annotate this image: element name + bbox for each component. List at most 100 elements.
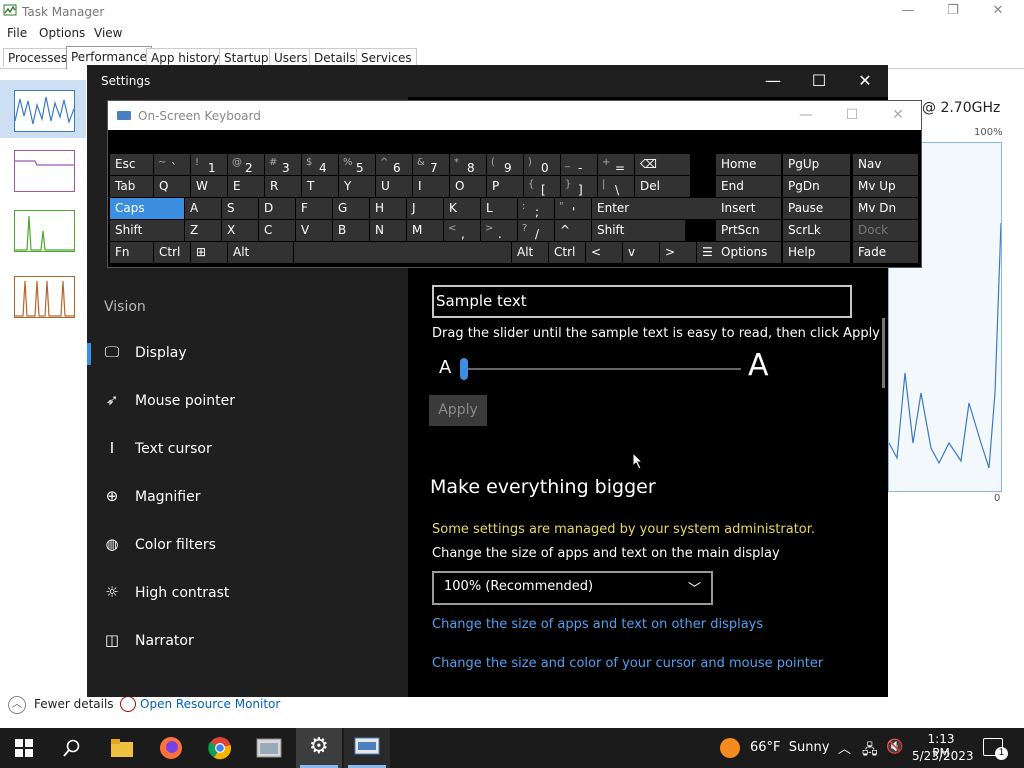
key-6[interactable]: ^ 6 — [376, 154, 412, 175]
close-icon[interactable]: ✕ — [976, 0, 1020, 24]
key-a[interactable]: A — [185, 198, 221, 219]
key-left-arrow[interactable]: < — [586, 242, 622, 263]
key-sym0-13[interactable]: + = — [598, 154, 634, 175]
key-k[interactable]: K — [444, 198, 480, 219]
key-t[interactable]: T — [302, 176, 338, 197]
key-home[interactable]: Home — [716, 154, 781, 175]
key-c[interactable]: C — [259, 220, 295, 241]
key-sym1-11[interactable]: {[ — [524, 176, 560, 197]
key-y[interactable]: Y — [339, 176, 375, 197]
key-f[interactable]: F — [296, 198, 332, 219]
key-ctrl[interactable]: Ctrl — [549, 242, 585, 263]
key-g[interactable]: G — [333, 198, 369, 219]
key-up-arrow[interactable]: ^ — [555, 220, 591, 241]
key-1[interactable]: ! 1 — [191, 154, 227, 175]
key-fade[interactable]: Fade — [853, 242, 918, 263]
key-help[interactable]: Help — [783, 242, 850, 263]
key-end[interactable]: End — [716, 176, 781, 197]
open-resource-monitor-link[interactable]: Open Resource Monitor — [140, 697, 280, 711]
clock-date[interactable]: 5/23/2023 — [912, 749, 974, 763]
key-w[interactable]: W — [191, 176, 227, 197]
key-pgdn[interactable]: PgDn — [783, 176, 850, 197]
key-shift[interactable]: Shift — [110, 220, 184, 241]
sidebar-item-color-filters[interactable]: ◍ Color filters — [87, 526, 408, 566]
sidebar-item-mouse-pointer[interactable]: ➶ Mouse pointer — [87, 382, 408, 422]
key-shift[interactable]: Shift — [592, 220, 685, 241]
key-mv-dn[interactable]: Mv Dn — [853, 198, 918, 219]
key-q[interactable]: Q — [154, 176, 190, 197]
key-scrlk[interactable]: ScrLk — [783, 220, 850, 241]
menu-view[interactable]: View — [94, 26, 122, 40]
key-u[interactable]: U — [376, 176, 412, 197]
maximize-icon[interactable]: ☐ — [796, 65, 842, 97]
key-dock[interactable]: Dock — [853, 220, 918, 241]
key-esc[interactable]: Esc — [110, 154, 153, 175]
key-0[interactable]: ) 0 — [524, 154, 560, 175]
menu-file[interactable]: File — [7, 26, 27, 40]
app-window-icon[interactable] — [256, 737, 282, 759]
chrome-icon[interactable] — [208, 736, 232, 760]
key-4[interactable]: $4 — [302, 154, 338, 175]
key-ctrl[interactable]: Ctrl — [154, 242, 190, 263]
key-insert[interactable]: Insert — [716, 198, 781, 219]
key-alt[interactable]: Alt — [228, 242, 293, 263]
key-8[interactable]: * 8 — [450, 154, 486, 175]
key-z[interactable]: Z — [185, 220, 221, 241]
key-j[interactable]: J — [407, 198, 443, 219]
key-space[interactable] — [294, 242, 511, 263]
key-sym2-10[interactable]: :; — [518, 198, 554, 219]
sidebar-item-narrator[interactable]: ◫ Narrator — [87, 622, 408, 662]
other-displays-link[interactable]: Change the size of apps and text on othe… — [432, 617, 763, 632]
scrollbar[interactable] — [882, 318, 885, 388]
cursor-settings-link[interactable]: Change the size and color of your cursor… — [432, 656, 823, 671]
key-h[interactable]: H — [370, 198, 406, 219]
text-size-slider[interactable] — [463, 368, 741, 370]
key-pgup[interactable]: PgUp — [783, 154, 850, 175]
key-tab[interactable]: Tab — [110, 176, 153, 197]
text-size-slider-thumb[interactable] — [460, 358, 468, 380]
key-nav[interactable]: Nav — [853, 154, 918, 175]
key-x[interactable]: X — [222, 220, 258, 241]
key-backspace[interactable]: ⌫ — [635, 154, 690, 175]
resource-monitor-icon[interactable] — [120, 696, 136, 712]
windows-start-icon[interactable] — [15, 739, 33, 757]
key-down-arrow[interactable]: v — [623, 242, 659, 263]
firefox-icon[interactable] — [159, 736, 183, 760]
key-m[interactable]: M — [407, 220, 443, 241]
key-n[interactable]: N — [370, 220, 406, 241]
disk-graph-thumbnail[interactable] — [14, 210, 75, 252]
key-sym1-12[interactable]: }] — [561, 176, 597, 197]
file-explorer-icon[interactable] — [110, 738, 134, 758]
network-icon[interactable]: 🖧 — [862, 739, 878, 763]
key-alt[interactable]: Alt — [512, 242, 548, 263]
key-sym0-12[interactable]: _ - — [561, 154, 597, 175]
volume-muted-icon[interactable]: 🔇 — [886, 739, 903, 755]
sidebar-item-text-cursor[interactable]: I Text cursor — [87, 430, 408, 470]
key-s[interactable]: S — [222, 198, 258, 219]
minimize-icon[interactable]: — — [750, 65, 796, 97]
key-period[interactable]: >. — [481, 220, 517, 241]
key-2[interactable]: @2 — [228, 154, 264, 175]
key-o[interactable]: O — [450, 176, 486, 197]
search-icon[interactable] — [63, 739, 81, 757]
key-p[interactable]: P — [487, 176, 523, 197]
key-sym2-11[interactable]: " ' — [555, 198, 591, 219]
settings-taskbar-button[interactable]: ⚙ — [296, 728, 342, 768]
sidebar-item-high-contrast[interactable]: ☼ High contrast — [87, 574, 408, 614]
key-prtscn[interactable]: PrtScn — [716, 220, 781, 241]
chevron-up-icon[interactable]: ︿ — [838, 738, 851, 757]
close-icon[interactable]: ✕ — [842, 65, 888, 97]
menu-options[interactable]: Options — [39, 26, 85, 40]
key-5[interactable]: % 5 — [339, 154, 375, 175]
key-options[interactable]: Options — [716, 242, 781, 263]
key-v[interactable]: V — [296, 220, 332, 241]
key-windows[interactable]: ⊞ — [191, 242, 227, 263]
key-b[interactable]: B — [333, 220, 369, 241]
weather-sun-icon[interactable] — [720, 738, 740, 758]
key-sym3-10[interactable]: ? / — [518, 220, 554, 241]
fewer-details-link[interactable]: Fewer details — [34, 697, 114, 711]
ethernet-graph-thumbnail[interactable] — [14, 276, 75, 318]
key-l[interactable]: L — [481, 198, 517, 219]
restore-icon[interactable]: ❐ — [931, 0, 975, 24]
key-pause[interactable]: Pause — [783, 198, 850, 219]
